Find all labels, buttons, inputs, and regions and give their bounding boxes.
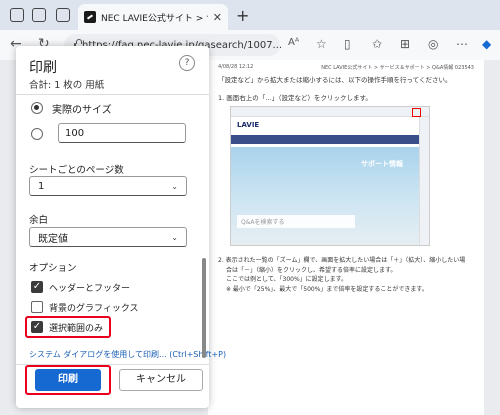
preview-step-2-line-4: ※ 最小で「25%」、最大で「500%」まで倍率を設定することができます。 bbox=[226, 285, 428, 293]
favorites-icon[interactable]: ✩ bbox=[372, 37, 382, 51]
close-icon[interactable]: ✕ bbox=[213, 11, 222, 24]
cancel-button[interactable]: キャンセル bbox=[119, 369, 203, 391]
tab-title: NEC LAVIE公式サイト > サービス＆サ bbox=[101, 13, 208, 24]
preview-search-box: Q&Aを検索する bbox=[237, 215, 355, 228]
selection-only-checkbox[interactable]: ✓ bbox=[31, 321, 43, 333]
pages-per-sheet-value: 1 bbox=[38, 180, 45, 192]
nec-favicon-icon bbox=[84, 11, 96, 23]
browser-tab[interactable]: NEC LAVIE公式サイト > サービス＆サ ✕ bbox=[78, 4, 228, 30]
header-footer-checkbox[interactable]: ✓ bbox=[31, 281, 43, 293]
favorites-star-icon[interactable]: ☆ bbox=[316, 37, 327, 51]
dialog-title: 印刷 bbox=[29, 60, 57, 76]
preview-nav-strip bbox=[231, 135, 429, 144]
tab-actions-icon[interactable] bbox=[56, 8, 70, 22]
sheet-count: 合計: 1 枚の 用紙 bbox=[29, 80, 105, 91]
actual-size-label: 実際のサイズ bbox=[52, 105, 112, 116]
header-footer-label: ヘッダーとフッター bbox=[49, 284, 131, 294]
collections-icon-2[interactable]: ⊞ bbox=[400, 37, 410, 51]
margins-select[interactable]: 既定値 ⌄ bbox=[29, 227, 187, 247]
split-screen-icon[interactable]: ▯ bbox=[344, 37, 351, 51]
preview-screenshot: LAVIE サポート情報 Q&Aを検索する bbox=[230, 106, 430, 246]
background-graphics-label: 背景のグラフィックス bbox=[49, 304, 139, 314]
print-dialog: 印刷 合計: 1 枚の 用紙 ? 実際のサイズ 100 シートごとのページ数 1… bbox=[16, 46, 226, 408]
background-graphics-checkbox[interactable] bbox=[31, 301, 43, 313]
preview-lavie-logo: LAVIE bbox=[237, 121, 260, 129]
pages-per-sheet-select[interactable]: 1 ⌄ bbox=[29, 176, 187, 196]
preview-sheet: 4/08/28 12:12 NEC LAVIE公式サイト > サービス＆サポート… bbox=[208, 60, 484, 415]
print-button[interactable]: 印刷 bbox=[35, 369, 101, 391]
chevron-down-icon: ⌄ bbox=[171, 181, 178, 191]
margins-label: 余白 bbox=[29, 215, 49, 226]
preview-intro: 「設定など」から拡大または縮小するには、以下の操作手順を行ってください。 bbox=[218, 76, 452, 84]
collections-icon[interactable] bbox=[32, 8, 46, 22]
scale-input[interactable]: 100 bbox=[58, 123, 186, 143]
help-icon[interactable]: ? bbox=[179, 55, 195, 71]
tab-bar: NEC LAVIE公式サイト > サービス＆サ ✕ + bbox=[0, 0, 500, 30]
preview-step-2-line-2: 合は「－」（縮小）をクリックし、希望する倍率に設定します。 bbox=[226, 266, 397, 274]
dialog-scrollbar[interactable] bbox=[202, 258, 206, 358]
preview-highlight-box bbox=[412, 108, 421, 117]
preview-header-left: 4/08/28 12:12 bbox=[218, 64, 254, 70]
preview-hero-image: サポート情報 Q&Aを検索する bbox=[231, 147, 421, 245]
new-tab-button[interactable]: + bbox=[236, 6, 249, 25]
workspaces-icon[interactable] bbox=[10, 8, 24, 22]
system-dialog-link[interactable]: システム ダイアログを使用して印刷... (Ctrl+Shift+P) bbox=[29, 349, 226, 360]
pages-per-sheet-label: シートごとのページ数 bbox=[29, 165, 124, 176]
more-icon[interactable]: ⋯ bbox=[456, 37, 468, 51]
extensions-icon[interactable]: ◎ bbox=[428, 37, 438, 51]
preview-side-panel bbox=[419, 117, 429, 245]
read-aloud-icon[interactable]: Aᴬ bbox=[288, 37, 299, 48]
actual-size-radio[interactable] bbox=[31, 102, 43, 114]
options-label: オプション bbox=[29, 263, 77, 274]
preview-step-1: 1. 画面右上の「…」（設定など）をクリックします。 bbox=[218, 94, 372, 102]
dialog-divider bbox=[16, 94, 209, 95]
margins-value: 既定値 bbox=[38, 233, 68, 245]
preview-screenshot-toolbar bbox=[231, 107, 429, 117]
selection-only-label: 選択範囲のみ bbox=[49, 324, 104, 334]
preview-step-2: 2. 表示された一覧の「ズーム」欄で、画面を拡大したい場合は「＋」（拡大）、縮小… bbox=[218, 256, 474, 294]
preview-header: 4/08/28 12:12 NEC LAVIE公式サイト > サービス＆サポート… bbox=[218, 64, 474, 71]
copilot-icon[interactable]: ◆ bbox=[482, 37, 491, 51]
custom-scale-radio[interactable] bbox=[31, 128, 43, 140]
chevron-down-icon: ⌄ bbox=[171, 232, 178, 242]
preview-step-2-line-3: ここでは例として、「300%」に設定します。 bbox=[226, 276, 348, 284]
preview-step-2-line-1: 2. 表示された一覧の「ズーム」欄で、画面を拡大したい場合は「＋」（拡大）、縮小… bbox=[218, 257, 466, 264]
preview-header-right: NEC LAVIE公式サイト > サービス＆サポート > Q&A情報 02354… bbox=[321, 65, 474, 71]
preview-hero-label: サポート情報 bbox=[361, 160, 403, 168]
